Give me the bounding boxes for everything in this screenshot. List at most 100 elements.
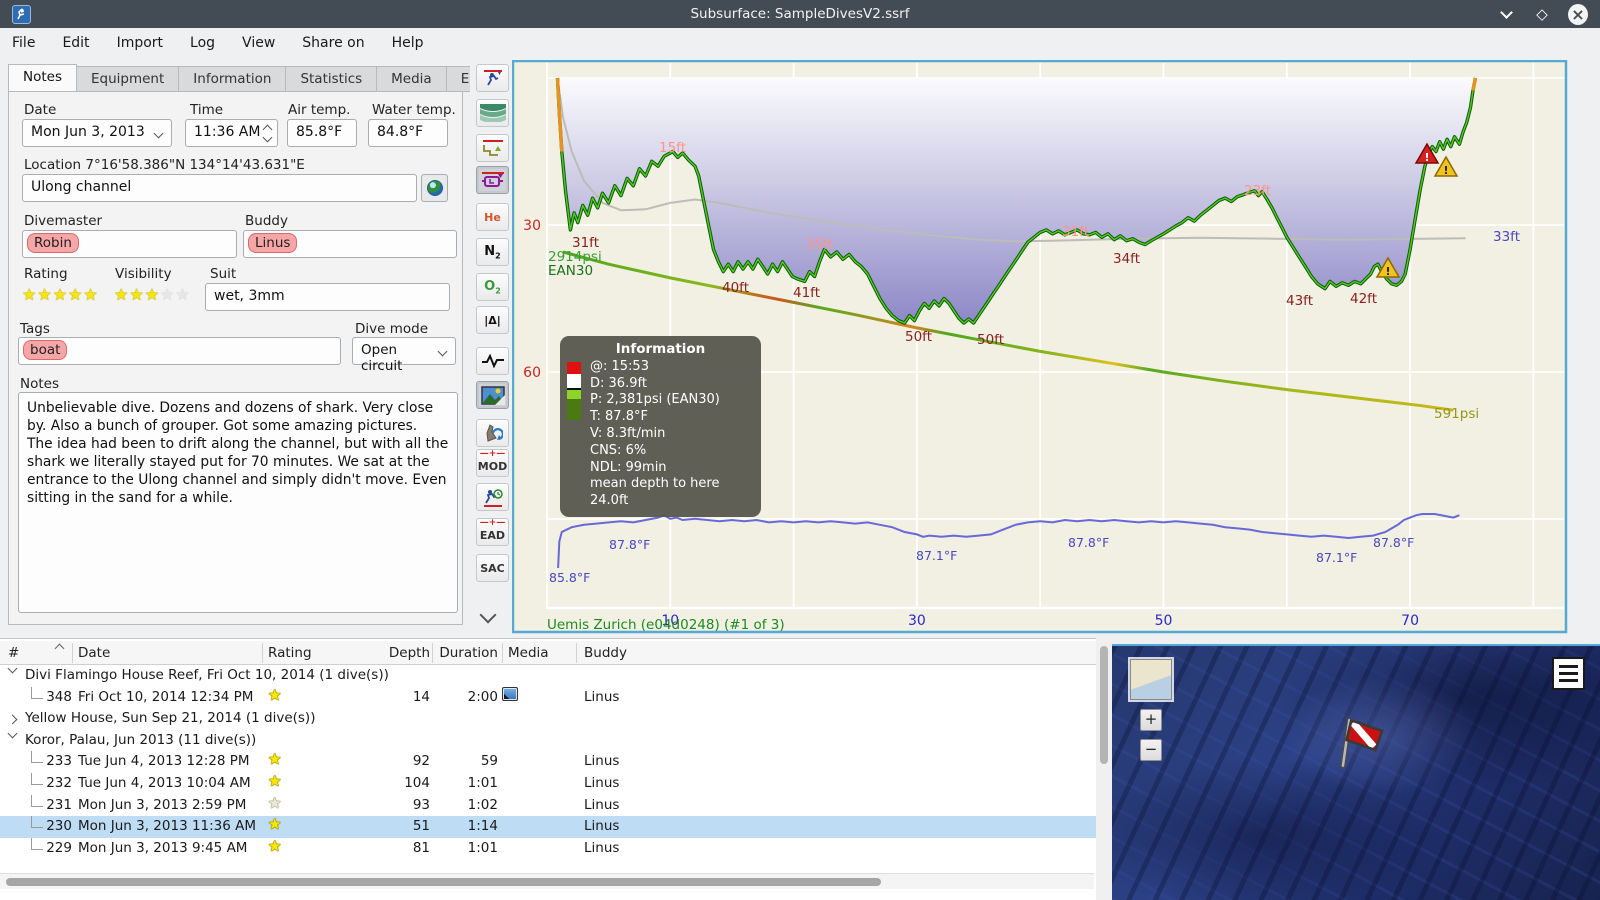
tag-chip[interactable]: boat	[23, 340, 68, 360]
media-photo-icon[interactable]	[502, 686, 518, 701]
date-label: Date	[24, 102, 57, 118]
dive-row[interactable]: 230 Mon Jun 3, 2013 11:36 AM ★ ★ ★ ★ ★ 51 1:14 Li…	[0, 816, 1096, 838]
dive-buddy: Linus	[584, 839, 620, 856]
dive-number: 229	[46, 839, 72, 856]
visibility-stars[interactable]: ★★★★★	[114, 287, 191, 303]
svg-text:35ft: 35ft	[806, 237, 833, 253]
divemaster-field[interactable]: Robin	[22, 230, 237, 258]
chevron-right-icon[interactable]	[7, 714, 18, 725]
trip-row[interactable]: Divi Flamingo House Reef, Fri Oct 10, 20…	[0, 663, 1096, 687]
info-box-line: NDL: 99min	[590, 459, 667, 475]
toolbar-scroll-down-icon[interactable]	[479, 606, 497, 624]
svg-text:Uemis Zurich (e04d0248) (#1 of: Uemis Zurich (e04d0248) (#1 of 3)	[547, 617, 785, 633]
watertemp-field[interactable]: 84.8°F	[368, 119, 448, 147]
tab-notes[interactable]: Notes	[8, 64, 77, 92]
svg-text:87.8°F: 87.8°F	[609, 537, 650, 552]
map-overview-thumbnail[interactable]	[1128, 657, 1174, 702]
sac-icon[interactable]: SAC	[476, 554, 509, 582]
location-globe-button[interactable]	[421, 174, 448, 202]
dive-row[interactable]: 233 Tue Jun 4, 2013 12:28 PM ★ ★ ★ ★ ★ 92 59 Linu…	[0, 751, 1096, 773]
map-menu-button[interactable]	[1552, 657, 1585, 690]
menu-share-on[interactable]: Share on	[302, 35, 364, 51]
menu-file[interactable]: File	[12, 35, 35, 51]
pN2-icon[interactable]: N2	[476, 238, 509, 266]
dive-row[interactable]: 348 Fri Oct 10, 2014 12:34 PM ★ ★ ★ ★ ★ 14 2:00 L…	[0, 686, 1096, 709]
pHe-icon[interactable]: He	[476, 203, 509, 231]
dive-flag-marker[interactable]	[1334, 714, 1388, 780]
tags-field[interactable]: boat	[18, 337, 341, 365]
dive-site-map[interactable]: + −	[1112, 644, 1600, 900]
trip-row[interactable]: Yellow House, Sun Sep 21, 2014 (1 dive(s…	[0, 708, 1096, 730]
ead-icon[interactable]: —+— EAD	[476, 518, 509, 546]
dive-row[interactable]: 232 Tue Jun 4, 2013 10:04 AM ★ ★ ★ ★ ★ 104 1:01 L…	[0, 772, 1096, 795]
calculated-ceiling-icon[interactable]	[476, 134, 509, 162]
pO2-icon[interactable]: O2	[476, 273, 509, 301]
mod-icon[interactable]: —+— MOD	[476, 449, 509, 477]
dive-depth: 104	[404, 774, 430, 791]
tab-media[interactable]: Media	[377, 66, 447, 92]
info-box-line: mean depth to here 24.0ft	[590, 476, 720, 509]
minimize-button[interactable]	[1496, 4, 1516, 24]
column-header-date[interactable]: Date	[78, 645, 110, 661]
maximize-button[interactable]: ◇	[1532, 4, 1552, 24]
star-icon: ★	[83, 285, 99, 304]
divemaster-chip[interactable]: Robin	[27, 233, 79, 253]
dc-reported-time-icon[interactable]	[476, 483, 509, 511]
dive-row[interactable]: 229 Mon Jun 3, 2013 9:45 AM ★ ★ ★ ★ ★ 81 1:01 Lin…	[0, 837, 1096, 860]
menu-view[interactable]: View	[242, 35, 275, 51]
column-header-depth[interactable]: Depth	[380, 645, 430, 661]
dive-buddy: Linus	[584, 688, 620, 705]
column-separator	[262, 643, 263, 663]
ruler-icon[interactable]: |Δ|	[476, 306, 509, 334]
rating-stars[interactable]: ★★★★★	[22, 287, 99, 303]
heart-rate-icon[interactable]	[476, 347, 509, 375]
time-spinbox[interactable]: 11:36 AM	[185, 119, 278, 147]
column-separator	[72, 643, 73, 663]
tab-statistics[interactable]: Statistics	[286, 66, 378, 92]
tab-equipment[interactable]: Equipment	[77, 66, 180, 92]
column-header-num[interactable]: #	[8, 645, 19, 661]
menu-import[interactable]: Import	[117, 35, 163, 51]
horizontal-scrollbar[interactable]	[0, 873, 1094, 889]
trip-row[interactable]: Koror, Palau, Jun 2013 (11 dive(s))	[0, 728, 1096, 752]
notes-textarea[interactable]: Unbelievable dive. Dozens and dozens of …	[18, 392, 458, 613]
column-header-media[interactable]: Media	[508, 645, 549, 661]
dive-row[interactable]: 231 Mon Jun 3, 2013 2:59 PM ★ ★ ★ ★ ★ 93 1:02 Lin…	[0, 794, 1096, 817]
column-header-duration[interactable]: Duration	[436, 645, 498, 661]
menu-help[interactable]: Help	[392, 35, 424, 51]
dive-buddy: Linus	[584, 818, 620, 835]
column-separator	[502, 643, 503, 663]
map-zoom-in-button[interactable]: +	[1140, 709, 1162, 731]
menu-log[interactable]: Log	[190, 35, 215, 51]
info-key-icon	[567, 362, 581, 420]
menu-edit[interactable]: Edit	[62, 35, 89, 51]
hscroll-thumb[interactable]	[6, 878, 881, 886]
spin-arrows-icon[interactable]	[262, 123, 273, 143]
map-zoom-out-button[interactable]: −	[1140, 739, 1162, 761]
chevron-down-icon[interactable]	[7, 728, 18, 739]
buddy-chip[interactable]: Linus	[248, 233, 298, 253]
column-header-buddy[interactable]: Buddy	[584, 645, 627, 661]
buddy-field[interactable]: Linus	[243, 230, 457, 258]
vscroll-thumb[interactable]	[1100, 646, 1108, 764]
suit-field[interactable]: wet, 3mm	[205, 283, 450, 311]
dive-profile-chart[interactable]: 31ft 2914psi EAN30 15ft 40ft 41ft 35ft 50ft 50ft…	[511, 59, 1568, 634]
location-field[interactable]: Ulong channel	[22, 174, 417, 202]
dive-mode-icon[interactable]	[476, 64, 509, 92]
close-button[interactable]: ×	[1568, 3, 1588, 25]
photos-icon[interactable]	[476, 381, 509, 409]
column-header-rating[interactable]: Rating	[268, 645, 312, 661]
vertical-scrollbar[interactable]	[1096, 638, 1112, 900]
info-box-line: CNS: 6%	[590, 442, 647, 458]
chevron-down-icon[interactable]	[7, 663, 18, 674]
dc-ceiling-icon[interactable]	[476, 166, 509, 194]
divemode-select[interactable]: Open circuit	[352, 337, 456, 374]
svg-text:43ft: 43ft	[1286, 293, 1313, 309]
tab-information[interactable]: Information	[179, 66, 287, 92]
airtemp-field[interactable]: 85.8°F	[287, 119, 357, 147]
dive-list-header[interactable]: # Date Rating Depth Duration Media Buddy	[0, 641, 1096, 665]
date-combobox[interactable]: Mon Jun 3, 2013	[22, 119, 172, 147]
shade-icon[interactable]	[476, 99, 509, 127]
menubar: File Edit Import Log View Share on Help	[0, 28, 1600, 57]
tissues-icon[interactable]	[476, 419, 509, 447]
